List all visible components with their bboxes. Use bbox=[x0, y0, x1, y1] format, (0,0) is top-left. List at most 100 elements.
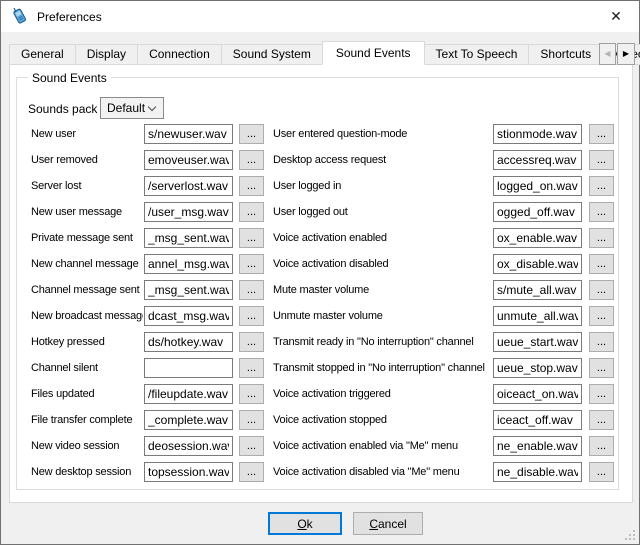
browse-button[interactable]: ... bbox=[239, 436, 264, 456]
sound-file-input[interactable] bbox=[493, 124, 582, 144]
browse-button[interactable]: ... bbox=[589, 280, 614, 300]
sound-event-row: Private message sent ... bbox=[31, 228, 265, 254]
sound-file-input[interactable] bbox=[144, 254, 233, 274]
resize-grip[interactable] bbox=[624, 529, 636, 541]
browse-button[interactable]: ... bbox=[239, 202, 264, 222]
close-button[interactable]: ✕ bbox=[593, 1, 639, 32]
browse-button[interactable]: ... bbox=[589, 358, 614, 378]
sound-file-input[interactable] bbox=[493, 410, 582, 430]
sound-file-input[interactable] bbox=[493, 280, 582, 300]
browse-button[interactable]: ... bbox=[589, 124, 614, 144]
sound-file-input[interactable] bbox=[144, 462, 233, 482]
preferences-tab[interactable]: Shortcuts bbox=[528, 44, 603, 65]
sound-event-row: User logged out ... bbox=[273, 202, 615, 228]
sounds-pack-select[interactable]: Default bbox=[100, 97, 164, 119]
sound-event-row: User logged in ... bbox=[273, 176, 615, 202]
sound-file-input[interactable] bbox=[144, 280, 233, 300]
chevron-down-icon bbox=[148, 103, 156, 111]
browse-button[interactable]: ... bbox=[589, 462, 614, 482]
sound-event-label: Channel message sent bbox=[31, 284, 143, 296]
browse-button[interactable]: ... bbox=[589, 306, 614, 326]
sound-event-label: Private message sent bbox=[31, 232, 143, 244]
sound-event-label: Mute master volume bbox=[273, 284, 492, 296]
sound-event-label: Voice activation triggered bbox=[273, 388, 492, 400]
ok-button-label: Ok bbox=[270, 517, 340, 531]
browse-button[interactable]: ... bbox=[239, 332, 264, 352]
sound-events-left-column: New user ... User removed ... Server los… bbox=[31, 124, 265, 488]
browse-button[interactable]: ... bbox=[239, 306, 264, 326]
sound-file-input[interactable] bbox=[144, 358, 233, 378]
preferences-tab[interactable]: Connection bbox=[137, 44, 222, 65]
sound-file-input[interactable] bbox=[144, 228, 233, 248]
sound-event-row: Voice activation disabled ... bbox=[273, 254, 615, 280]
sound-event-label: User entered question-mode bbox=[273, 128, 492, 140]
sound-event-row: Channel message sent ... bbox=[31, 280, 265, 306]
browse-button[interactable]: ... bbox=[239, 280, 264, 300]
preferences-tab[interactable]: Sound System bbox=[221, 44, 323, 65]
sound-file-input[interactable] bbox=[493, 436, 582, 456]
sound-event-row: Transmit stopped in "No interruption" ch… bbox=[273, 358, 615, 384]
sound-file-input[interactable] bbox=[144, 384, 233, 404]
preferences-tab[interactable]: General bbox=[9, 44, 76, 65]
sound-file-input[interactable] bbox=[493, 332, 582, 352]
browse-button[interactable]: ... bbox=[589, 176, 614, 196]
sound-event-label: New video session bbox=[31, 440, 143, 452]
sound-file-input[interactable] bbox=[493, 228, 582, 248]
browse-button[interactable]: ... bbox=[239, 410, 264, 430]
sound-file-input[interactable] bbox=[493, 176, 582, 196]
sound-file-input[interactable] bbox=[493, 358, 582, 378]
sound-event-row: Files updated ... bbox=[31, 384, 265, 410]
sound-event-row: Unmute master volume ... bbox=[273, 306, 615, 332]
browse-button[interactable]: ... bbox=[239, 254, 264, 274]
browse-button[interactable]: ... bbox=[239, 358, 264, 378]
browse-button[interactable]: ... bbox=[589, 410, 614, 430]
browse-button[interactable]: ... bbox=[589, 332, 614, 352]
sound-event-label: Server lost bbox=[31, 180, 143, 192]
sound-file-input[interactable] bbox=[144, 202, 233, 222]
browse-button[interactable]: ... bbox=[589, 150, 614, 170]
sound-file-input[interactable] bbox=[144, 176, 233, 196]
preferences-tab[interactable]: Sound Events bbox=[322, 41, 425, 65]
browse-button[interactable]: ... bbox=[589, 436, 614, 456]
browse-button[interactable]: ... bbox=[239, 150, 264, 170]
sound-event-label: Voice activation enabled via "Me" menu bbox=[273, 440, 492, 452]
arrow-right-icon: ▶ bbox=[623, 49, 629, 58]
titlebar[interactable]: Preferences ✕ bbox=[1, 1, 639, 32]
browse-button[interactable]: ... bbox=[239, 228, 264, 248]
sound-file-input[interactable] bbox=[493, 254, 582, 274]
sound-event-row: Transmit ready in "No interruption" chan… bbox=[273, 332, 615, 358]
sound-file-input[interactable] bbox=[493, 202, 582, 222]
sound-file-input[interactable] bbox=[493, 384, 582, 404]
browse-button[interactable]: ... bbox=[589, 202, 614, 222]
browse-button[interactable]: ... bbox=[239, 124, 264, 144]
tab-scroll-left-button[interactable]: ◀ bbox=[599, 43, 616, 65]
sound-file-input[interactable] bbox=[493, 306, 582, 326]
sound-file-input[interactable] bbox=[493, 150, 582, 170]
tab-scroll-right-button[interactable]: ▶ bbox=[617, 43, 635, 65]
sound-file-input[interactable] bbox=[144, 306, 233, 326]
cancel-button[interactable]: Cancel bbox=[353, 512, 423, 535]
browse-button[interactable]: ... bbox=[589, 384, 614, 404]
sound-file-input[interactable] bbox=[144, 150, 233, 170]
close-icon: ✕ bbox=[610, 8, 622, 24]
arrow-left-icon: ◀ bbox=[604, 49, 610, 58]
sound-file-input[interactable] bbox=[493, 462, 582, 482]
browse-button[interactable]: ... bbox=[589, 254, 614, 274]
sound-file-input[interactable] bbox=[144, 124, 233, 144]
browse-button[interactable]: ... bbox=[239, 176, 264, 196]
groupbox-title: Sound Events bbox=[28, 71, 111, 85]
browse-button[interactable]: ... bbox=[589, 228, 614, 248]
browse-button[interactable]: ... bbox=[239, 462, 264, 482]
preferences-tab[interactable]: Display bbox=[75, 44, 138, 65]
sound-event-label: Desktop access request bbox=[273, 154, 492, 166]
sound-event-label: New user bbox=[31, 128, 143, 140]
browse-button[interactable]: ... bbox=[239, 384, 264, 404]
sound-file-input[interactable] bbox=[144, 436, 233, 456]
sound-file-input[interactable] bbox=[144, 410, 233, 430]
ok-button[interactable]: Ok bbox=[268, 512, 342, 535]
cancel-button-label: Cancel bbox=[354, 517, 422, 531]
sound-event-label: Unmute master volume bbox=[273, 310, 492, 322]
preferences-tab[interactable]: Text To Speech bbox=[424, 44, 530, 65]
sound-file-input[interactable] bbox=[144, 332, 233, 352]
sound-event-label: Transmit ready in "No interruption" chan… bbox=[273, 336, 492, 348]
